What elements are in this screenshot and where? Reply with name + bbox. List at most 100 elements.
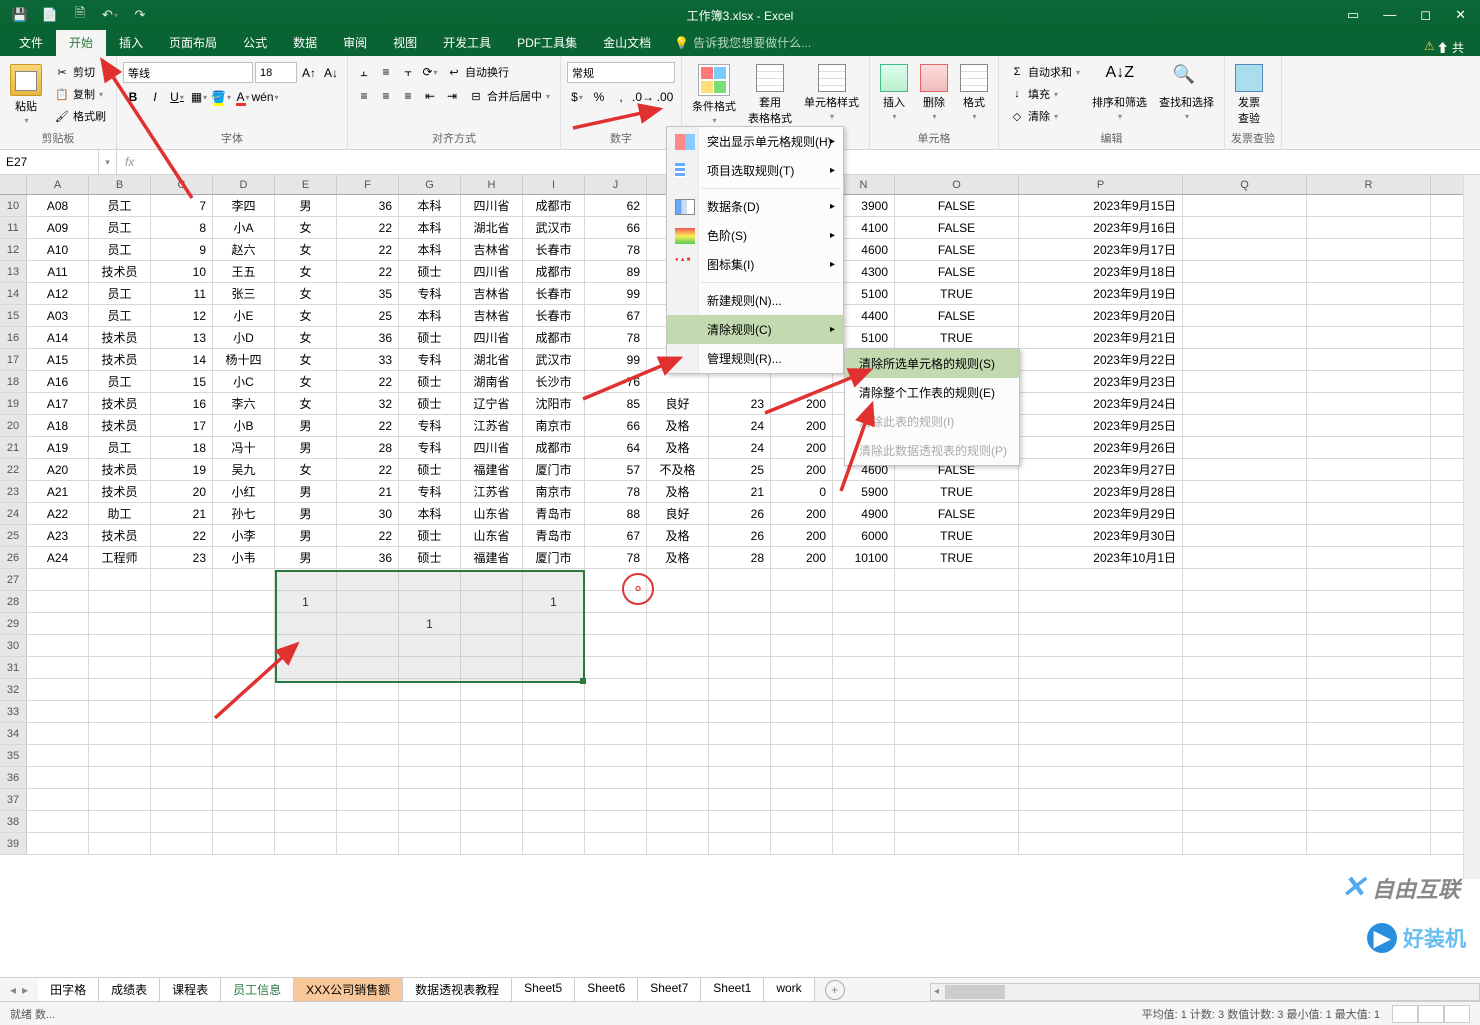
fx-icon[interactable]: fx [125, 155, 134, 169]
cell[interactable] [213, 613, 275, 634]
cell[interactable] [647, 591, 709, 612]
cell[interactable] [1183, 261, 1307, 282]
cell[interactable]: 江苏省 [461, 415, 523, 436]
italic-button[interactable]: I [145, 87, 165, 107]
cell[interactable]: 22 [337, 239, 399, 260]
cell[interactable] [1019, 723, 1183, 744]
cell[interactable]: 21 [709, 481, 771, 502]
cell[interactable]: 62 [585, 195, 647, 216]
number-format-select[interactable] [567, 62, 675, 83]
cell[interactable]: 本科 [399, 503, 461, 524]
cell[interactable]: 1 [275, 591, 337, 612]
cell[interactable]: 小A [213, 217, 275, 238]
cell[interactable] [895, 833, 1019, 854]
cell[interactable] [151, 767, 213, 788]
cell[interactable]: 女 [275, 393, 337, 414]
cell[interactable]: 女 [275, 349, 337, 370]
cell[interactable] [1019, 767, 1183, 788]
cell[interactable]: 技术员 [89, 349, 151, 370]
save-icon[interactable]: 💾 [12, 7, 28, 23]
cell[interactable]: A15 [27, 349, 89, 370]
cell[interactable]: 2023年9月18日 [1019, 261, 1183, 282]
cell[interactable]: 25 [709, 459, 771, 480]
cell[interactable] [399, 789, 461, 810]
cell[interactable] [213, 591, 275, 612]
cell[interactable] [399, 811, 461, 832]
tab-插入[interactable]: 插入 [106, 29, 156, 56]
font-size-select[interactable] [255, 62, 297, 83]
cell[interactable] [151, 833, 213, 854]
cell[interactable]: 78 [585, 481, 647, 502]
cell[interactable] [771, 833, 833, 854]
cell[interactable]: 36 [337, 547, 399, 568]
cell[interactable]: 武汉市 [523, 349, 585, 370]
cell[interactable]: 张三 [213, 283, 275, 304]
cell[interactable]: 男 [275, 503, 337, 524]
cell[interactable] [337, 811, 399, 832]
cell[interactable]: 24 [709, 415, 771, 436]
cell[interactable] [833, 723, 895, 744]
cell[interactable] [27, 723, 89, 744]
cell[interactable] [275, 635, 337, 656]
cell[interactable] [1307, 635, 1431, 656]
cell[interactable]: 赵六 [213, 239, 275, 260]
cell[interactable] [1307, 525, 1431, 546]
cell[interactable]: 小C [213, 371, 275, 392]
cell[interactable] [1307, 767, 1431, 788]
cell[interactable]: 吉林省 [461, 305, 523, 326]
cell[interactable] [833, 767, 895, 788]
cell[interactable]: 湖北省 [461, 217, 523, 238]
cell[interactable] [1183, 701, 1307, 722]
cell[interactable] [833, 635, 895, 656]
cell[interactable] [27, 613, 89, 634]
cell[interactable]: 技术员 [89, 525, 151, 546]
cell[interactable]: FALSE [895, 305, 1019, 326]
cell[interactable] [275, 745, 337, 766]
align-left-icon[interactable]: ≡ [354, 86, 374, 106]
cell[interactable] [1183, 657, 1307, 678]
cell[interactable] [399, 833, 461, 854]
cell[interactable]: 技术员 [89, 415, 151, 436]
cell[interactable] [1307, 349, 1431, 370]
cell[interactable] [1019, 701, 1183, 722]
cell[interactable] [1183, 635, 1307, 656]
cell[interactable] [399, 591, 461, 612]
cell[interactable]: 及格 [647, 481, 709, 502]
cell[interactable] [523, 811, 585, 832]
cell[interactable] [833, 745, 895, 766]
cell[interactable]: 2023年9月25日 [1019, 415, 1183, 436]
cell[interactable]: A21 [27, 481, 89, 502]
tab-视图[interactable]: 视图 [380, 29, 430, 56]
cell[interactable]: 杨十四 [213, 349, 275, 370]
cell[interactable]: 22 [337, 371, 399, 392]
cell[interactable]: 王五 [213, 261, 275, 282]
conditional-format-button[interactable]: 条件格式▾ [688, 62, 740, 127]
cell[interactable] [1183, 371, 1307, 392]
cell[interactable] [151, 679, 213, 700]
cell[interactable] [399, 701, 461, 722]
cell[interactable] [771, 701, 833, 722]
cell[interactable]: 女 [275, 327, 337, 348]
cell[interactable]: 22 [337, 217, 399, 238]
col-header-E[interactable]: E [275, 175, 337, 194]
cell[interactable] [1183, 679, 1307, 700]
cell[interactable] [89, 767, 151, 788]
cell[interactable] [771, 591, 833, 612]
cell[interactable] [1183, 723, 1307, 744]
sort-filter-button[interactable]: A↓Z 排序和筛选▾ [1088, 62, 1151, 123]
sheet-tab[interactable]: 员工信息 [221, 977, 294, 1003]
cf-menu-item[interactable]: 项目选取规则(T)▸ [667, 156, 843, 185]
cell[interactable]: 35 [337, 283, 399, 304]
cell[interactable] [1019, 635, 1183, 656]
cell[interactable] [27, 701, 89, 722]
phonetic-button[interactable]: wén▾ [255, 87, 275, 107]
cell[interactable] [89, 789, 151, 810]
cell[interactable]: 南京市 [523, 481, 585, 502]
cell[interactable] [647, 789, 709, 810]
cell[interactable]: TRUE [895, 327, 1019, 348]
col-header-J[interactable]: J [585, 175, 647, 194]
cell[interactable] [1307, 481, 1431, 502]
cell[interactable]: 15 [151, 371, 213, 392]
cell[interactable]: 硕士 [399, 525, 461, 546]
cell[interactable]: 1 [523, 591, 585, 612]
